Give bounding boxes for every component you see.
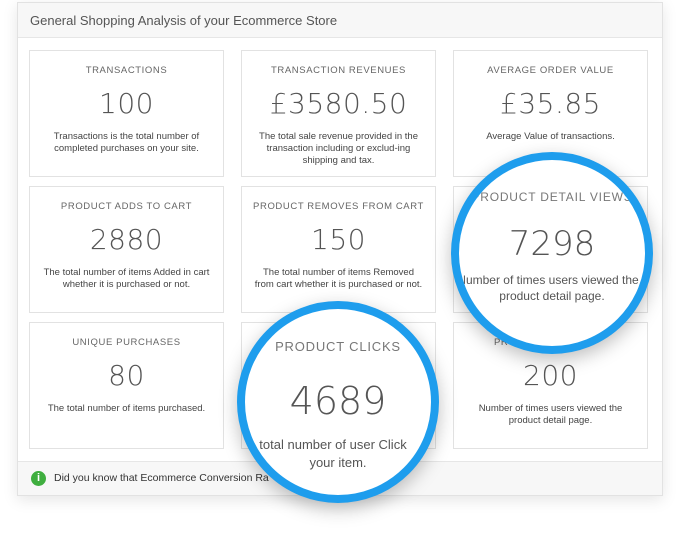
- card-unique-purchases: UNIQUE PURCHASES 80 The total number of …: [29, 322, 224, 449]
- card-title: TRANSACTIONS: [85, 65, 168, 76]
- product-clicks-bubble: PRODUCT CLICKS 4689 total number of user…: [237, 301, 439, 503]
- panel-title: General Shopping Analysis of your Ecomme…: [30, 13, 338, 28]
- card-value: 150: [311, 223, 366, 256]
- card-description: Transactions is the total number of comp…: [53, 131, 200, 154]
- card-description: The total number of items purchased.: [47, 403, 206, 414]
- bubble-value: 4689: [289, 379, 387, 423]
- bubble-description-line2: your item.: [309, 455, 367, 470]
- card-transactions: TRANSACTIONS 100 Transactions is the tot…: [29, 50, 224, 177]
- tip-text: Did you know that Ecommerce Conversion R…: [54, 472, 269, 484]
- card-title: AVERAGE ORDER VALUE: [487, 65, 614, 76]
- card-value: 200: [523, 359, 578, 392]
- card-value: 80: [108, 359, 145, 392]
- card-value: £35.85: [500, 87, 601, 120]
- bubble-description-line1: total number of user Click: [259, 437, 407, 452]
- card-product-adds-to-cart: PRODUCT ADDS TO CART 2880 The total numb…: [29, 186, 224, 313]
- card-transaction-revenues: TRANSACTION REVENUES £3580.50 The total …: [241, 50, 436, 177]
- card-value: 100: [99, 87, 154, 120]
- card-value: £3580.50: [269, 87, 408, 120]
- bubble-title: PRODUCT CLICKS: [275, 339, 401, 354]
- card-product-removes-from-cart: PRODUCT REMOVES FROM CART 150 The total …: [241, 186, 436, 313]
- bubble-value: 7298: [508, 224, 596, 264]
- info-icon: i: [31, 471, 46, 486]
- bubble-description-line1: Number of times users viewed the: [457, 273, 639, 287]
- bubble-title: PRODUCT DETAIL VIEWS: [471, 190, 633, 204]
- card-description: Number of times users viewed the product…: [478, 403, 623, 426]
- bubble-description-line2: product detail page.: [499, 289, 605, 303]
- card-description: The total sale revenue provided in the t…: [259, 131, 418, 166]
- card-title: UNIQUE PURCHASES: [72, 337, 181, 348]
- card-title: PRODUCT REMOVES FROM CART: [253, 201, 424, 212]
- card-title: TRANSACTION REVENUES: [271, 65, 406, 76]
- card-description: Average Value of transactions.: [486, 131, 615, 142]
- card-description: The total number of items Added in cart …: [43, 267, 210, 290]
- card-value: 2880: [89, 223, 164, 256]
- card-description: The total number of items Removed from c…: [254, 267, 423, 290]
- card-title: PRODUCT ADDS TO CART: [60, 201, 193, 212]
- product-detail-views-bubble: PRODUCT DETAIL VIEWS 7298 Number of time…: [451, 152, 653, 354]
- panel-header: General Shopping Analysis of your Ecomme…: [18, 3, 662, 38]
